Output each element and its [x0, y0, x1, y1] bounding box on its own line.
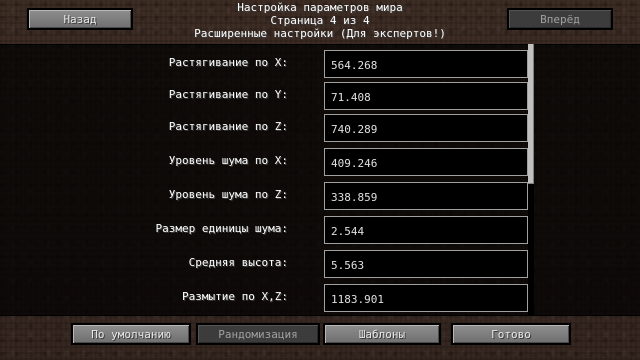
setting-label: Растягивание по Y: — [168, 88, 288, 101]
blur-xz-input[interactable]: 1183.901 — [324, 284, 528, 312]
setting-label: Размытие по X,Z: — [182, 290, 288, 303]
average-height-input[interactable]: 5.563 — [324, 250, 528, 278]
next-button[interactable]: Вперёд — [507, 8, 613, 30]
page-subtitle: Расширенные настройки (Для экспертов!) — [194, 27, 446, 40]
setting-row-scale-y: Растягивание по Y: 71.408 — [0, 79, 640, 111]
page-title: Настройка параметров мира — [237, 1, 403, 14]
presets-button[interactable]: Шаблоны — [323, 323, 441, 345]
page-header: Настройка параметров мира Страница 4 из … — [150, 1, 490, 40]
setting-label: Размер единицы шума: — [155, 222, 288, 235]
done-button[interactable]: Готово — [451, 323, 571, 345]
setting-row-blur-xz: Размытие по X,Z: 1183.901 — [0, 281, 640, 313]
setting-row-noise-z: Уровень шума по Z: 338.859 — [0, 179, 640, 211]
setting-row-noise-unit: Размер единицы шума: 2.544 — [0, 213, 640, 245]
setting-label: Уровень шума по Z: — [168, 188, 288, 201]
defaults-button-label: По умолчанию — [91, 327, 171, 341]
noise-z-input[interactable]: 338.859 — [324, 182, 528, 210]
scale-z-input[interactable]: 740.289 — [324, 114, 528, 142]
scale-x-input[interactable]: 564.268 — [324, 50, 528, 78]
setting-row-scale-z: Растягивание по Z: 740.289 — [0, 111, 640, 143]
scrollbar[interactable] — [528, 44, 534, 316]
defaults-button[interactable]: По умолчанию — [71, 323, 191, 345]
setting-row-scale-x: Растягивание по X: 564.268 — [0, 47, 640, 79]
setting-row-noise-x: Уровень шума по X: 409.246 — [0, 145, 640, 177]
next-button-label: Вперёд — [540, 12, 580, 26]
randomize-button[interactable]: Рандомизация — [196, 323, 320, 345]
setting-label: Растягивание по X: — [168, 56, 288, 69]
noise-unit-input[interactable]: 2.544 — [324, 216, 528, 244]
back-button[interactable]: Назад — [27, 8, 133, 30]
noise-x-input[interactable]: 409.246 — [324, 148, 528, 176]
setting-label: Средняя высота: — [188, 256, 288, 269]
scrollbar-thumb[interactable] — [528, 44, 534, 184]
back-button-label: Назад — [63, 12, 97, 26]
settings-list[interactable]: Растягивание по X: 564.268 Растягивание … — [0, 44, 640, 316]
randomize-button-label: Рандомизация — [218, 327, 298, 341]
presets-button-label: Шаблоны — [358, 327, 406, 341]
scale-y-input[interactable]: 71.408 — [324, 82, 528, 110]
done-button-label: Готово — [491, 327, 531, 341]
setting-label: Растягивание по Z: — [168, 120, 288, 133]
setting-row-average-height: Средняя высота: 5.563 — [0, 247, 640, 279]
page-counter: Страница 4 из 4 — [270, 14, 370, 27]
setting-label: Уровень шума по X: — [168, 154, 288, 167]
